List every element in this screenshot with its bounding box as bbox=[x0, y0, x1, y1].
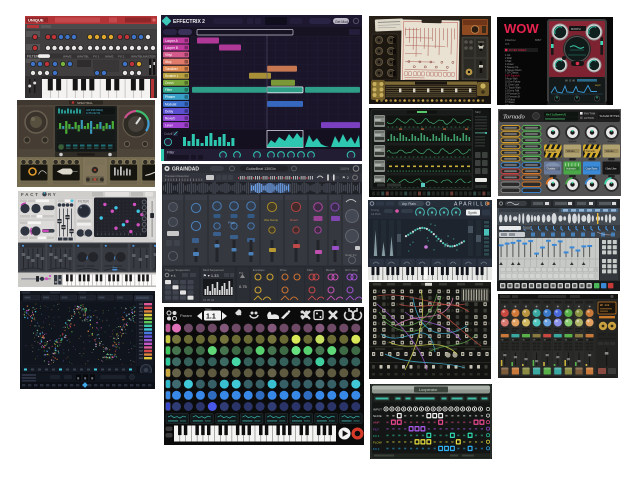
svg-text:RY: RY bbox=[48, 192, 58, 197]
svg-text:BD 808: BD 808 bbox=[600, 304, 610, 307]
svg-text:HelloSweet%: HelloSweet% bbox=[546, 113, 566, 117]
svg-text:Transient Detection: Transient Detection bbox=[165, 174, 190, 178]
svg-text:Trigger Sequencer: Trigger Sequencer bbox=[165, 268, 190, 272]
svg-text:Tremolo: Tremolo bbox=[586, 149, 596, 153]
svg-text:ACTION: ACTION bbox=[584, 116, 594, 120]
svg-text:FILTER: FILTER bbox=[27, 55, 39, 59]
svg-text:WAVE: WAVE bbox=[105, 55, 114, 59]
svg-text:FILTER: FILTER bbox=[78, 200, 89, 204]
svg-text:INPUT: INPUT bbox=[373, 408, 382, 412]
svg-text:Scratch L: Scratch L bbox=[165, 74, 179, 78]
svg-text:Arp Plain: Arp Plain bbox=[402, 202, 416, 206]
svg-text:FX 1: FX 1 bbox=[373, 434, 380, 438]
svg-text:GRAINDAD: GRAINDAD bbox=[172, 167, 199, 173]
svg-text:FILTER SWEEP: FILTER SWEEP bbox=[509, 49, 527, 52]
svg-text:Tuning: Tuning bbox=[371, 208, 379, 212]
svg-text:FX 2: FX 2 bbox=[118, 55, 125, 59]
svg-text:View: View bbox=[205, 307, 212, 311]
svg-text:Activator: Activator bbox=[566, 167, 576, 170]
svg-text:Synth: Synth bbox=[468, 211, 477, 215]
svg-text:FLOW: FLOW bbox=[373, 440, 382, 444]
svg-text:⚑ 2: ⚑ 2 bbox=[342, 175, 350, 180]
svg-text:GuitarBeat 130Gin: GuitarBeat 130Gin bbox=[246, 167, 276, 171]
svg-text:WAVE: WAVE bbox=[63, 55, 72, 59]
svg-text:FACT: FACT bbox=[21, 192, 40, 197]
svg-text:Crusher: Crusher bbox=[547, 167, 556, 170]
svg-text:UNIQUE: UNIQUE bbox=[28, 18, 44, 23]
svg-text:WAVTBL: WAVTBL bbox=[77, 55, 89, 59]
svg-text:Level: Level bbox=[165, 123, 173, 127]
svg-text:Stop: Stop bbox=[165, 60, 172, 64]
svg-text:Drive: Drive bbox=[280, 268, 287, 272]
svg-text:Filter: Filter bbox=[307, 268, 313, 272]
svg-text:⚑ ▾ 1.33: ⚑ ▾ 1.33 bbox=[203, 273, 219, 278]
svg-text:Wet Damp: Wet Damp bbox=[264, 218, 278, 222]
svg-text:Looper A: Looper A bbox=[165, 39, 179, 43]
svg-text:MORPH: MORPH bbox=[571, 27, 581, 31]
svg-text:WAVTBL: WAVTBL bbox=[131, 55, 143, 59]
svg-text:asym: asym bbox=[595, 84, 601, 87]
svg-text:Looperator: Looperator bbox=[419, 388, 438, 392]
svg-text:FX 1: FX 1 bbox=[93, 55, 100, 59]
svg-text:SLICE: SLICE bbox=[373, 414, 382, 418]
svg-text:LFO delay: LFO delay bbox=[345, 268, 359, 272]
svg-text:100%: 100% bbox=[340, 167, 350, 171]
svg-text:⚏ ⚎ ⚍: ⚏ ⚎ ⚍ bbox=[203, 298, 214, 302]
svg-text:Reverb: Reverb bbox=[326, 268, 335, 272]
svg-text:Tremolo: Tremolo bbox=[547, 149, 557, 153]
svg-text:WOW: WOW bbox=[565, 79, 576, 83]
svg-text:Pitch: Pitch bbox=[228, 221, 235, 225]
svg-text:Tonalizer: Tonalizer bbox=[165, 67, 179, 71]
svg-text:MASTER: MASTER bbox=[143, 55, 156, 59]
svg-text:Reverb: Reverb bbox=[165, 116, 176, 120]
svg-text:FX 2: FX 2 bbox=[373, 447, 380, 451]
svg-text:A3 Pitch: A3 Pitch bbox=[371, 212, 381, 216]
svg-text:Mod Sequencer: Mod Sequencer bbox=[203, 268, 224, 272]
svg-text:SUGAR BYTES: SUGAR BYTES bbox=[600, 114, 620, 118]
svg-text:Vibrato: Vibrato bbox=[606, 149, 615, 153]
svg-text:Get Mod: Get Mod bbox=[335, 20, 348, 24]
svg-text:Looper B: Looper B bbox=[165, 46, 178, 50]
svg-text:Filter: Filter bbox=[165, 88, 173, 92]
svg-text:Param: Param bbox=[180, 313, 192, 318]
svg-text:808: 808 bbox=[505, 42, 510, 46]
svg-text:808/7: 808/7 bbox=[535, 38, 542, 42]
svg-text:Delay: Delay bbox=[165, 109, 174, 113]
svg-text:Vinyl: Vinyl bbox=[165, 53, 172, 57]
svg-text:Direct: Direct bbox=[290, 218, 298, 222]
svg-text:Filter: Filter bbox=[167, 151, 175, 155]
svg-text:Envelope: Envelope bbox=[253, 268, 265, 272]
svg-text:18 Laser: 18 Laser bbox=[505, 104, 515, 105]
svg-text:CapeTown: CapeTown bbox=[586, 167, 598, 170]
svg-text:RHYTHM: RHYTHM bbox=[584, 112, 595, 116]
svg-text:1178 222 81: 1178 222 81 bbox=[86, 111, 101, 115]
svg-text:SEQ: SEQ bbox=[475, 110, 480, 114]
svg-text:FILT: FILT bbox=[373, 427, 379, 431]
svg-text:Cutoff: Cutoff bbox=[164, 132, 173, 136]
svg-text:APARILLO: APARILLO bbox=[454, 201, 490, 207]
svg-text:1.1: 1.1 bbox=[206, 314, 216, 321]
svg-text:Phaser: Phaser bbox=[165, 95, 176, 99]
svg-text:Crush: Crush bbox=[165, 81, 174, 85]
svg-text:WOW: WOW bbox=[504, 21, 539, 36]
svg-text:0.75: 0.75 bbox=[239, 284, 248, 289]
svg-text:Tornado: Tornado bbox=[503, 114, 526, 121]
svg-text:Filterbox: Filterbox bbox=[505, 38, 516, 42]
svg-text:Vibrato: Vibrato bbox=[567, 149, 576, 153]
svg-text:EFFECTRIX 2: EFFECTRIX 2 bbox=[173, 19, 205, 25]
svg-text:▾ 4: ▾ 4 bbox=[171, 274, 176, 278]
svg-text:Pct: Pct bbox=[239, 271, 244, 275]
svg-text:I Said Jive: I Said Jive bbox=[605, 167, 617, 170]
svg-text:SPECTRAL: SPECTRAL bbox=[77, 101, 93, 105]
svg-text:AMP: AMP bbox=[373, 421, 380, 425]
svg-text:Modulat: Modulat bbox=[165, 102, 176, 106]
